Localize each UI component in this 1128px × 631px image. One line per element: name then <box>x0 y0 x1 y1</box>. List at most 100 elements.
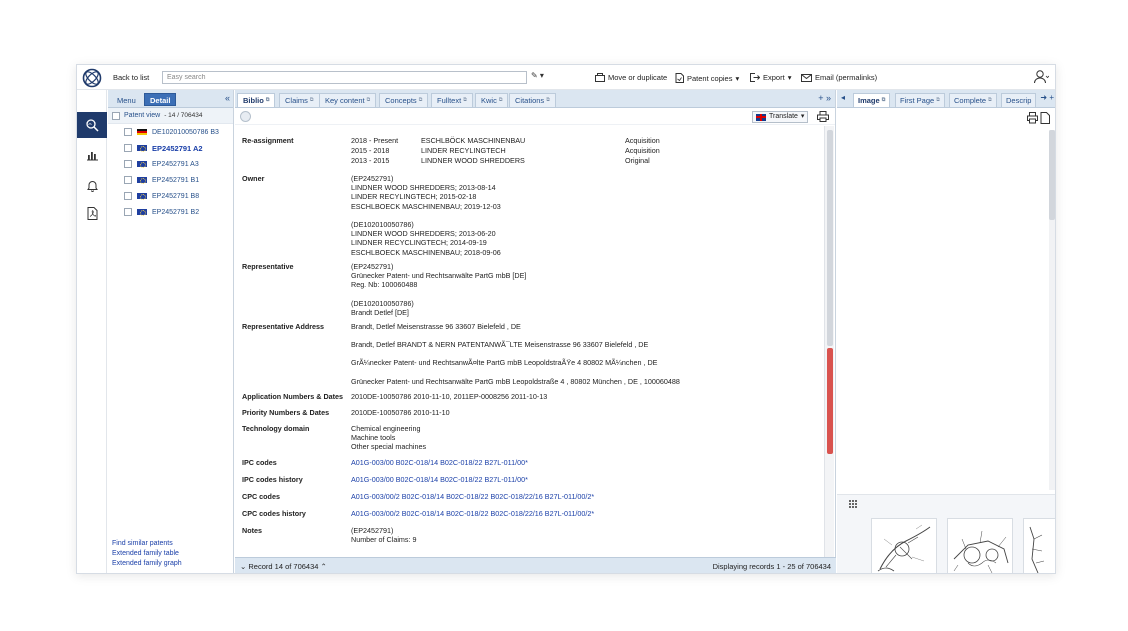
collapse-panel-button[interactable]: « <box>225 93 230 103</box>
popout-icon[interactable]: ⧉ <box>499 97 503 103</box>
de-flag-icon <box>137 129 147 135</box>
owner-line: (DE102010050786) <box>351 220 414 229</box>
family-member-label: EP2452791 A3 <box>152 161 199 168</box>
translate-button[interactable]: Translate ▾ <box>752 111 808 123</box>
find-similar-link[interactable]: Find similar patents <box>112 539 182 549</box>
family-member-item[interactable]: EP2452791 A2 <box>108 140 233 156</box>
extended-family-graph-link[interactable]: Extended family graph <box>112 559 182 569</box>
patent-view-node[interactable]: Patent view - 14 / 706434 <box>108 108 233 124</box>
tab-complete[interactable]: Complete⧉ <box>949 93 997 107</box>
tabs-add-more[interactable]: + » <box>818 93 831 103</box>
ipc-history-value[interactable]: A01G-003/00 B02C-018/14 B02C-018/22 B27L… <box>351 475 528 484</box>
move-duplicate-button[interactable]: Move or duplicate <box>595 73 667 82</box>
user-icon[interactable] <box>1033 69 1049 85</box>
owner-line: (EP2452791) <box>351 174 393 183</box>
tab-key-content[interactable]: Key content⧉ <box>319 93 376 107</box>
easy-search-input[interactable] <box>162 71 527 84</box>
checkbox[interactable] <box>112 112 120 120</box>
tabs-next-add[interactable]: ➜ + <box>1040 93 1054 102</box>
extended-family-table-link[interactable]: Extended family table <box>112 549 182 559</box>
tab-kwic[interactable]: Kwic⧉ <box>475 93 508 107</box>
ipc-label: IPC codes <box>242 458 277 467</box>
tabs-prev-icon[interactable]: ◂ <box>841 93 845 102</box>
technology-line: Other special machines <box>351 442 426 451</box>
move-duplicate-label: Move or duplicate <box>608 73 667 82</box>
rail-pdf[interactable] <box>77 200 107 226</box>
drawing-thumbnail[interactable] <box>947 518 1013 574</box>
popout-icon[interactable]: ⧉ <box>988 97 992 103</box>
popout-icon[interactable]: ⧉ <box>936 97 940 103</box>
email-permalinks-button[interactable]: Email (permalinks) <box>801 73 877 82</box>
rail-analytics[interactable] <box>77 142 107 168</box>
chevron-up-icon[interactable]: ⌃ <box>321 562 327 571</box>
tab-biblio[interactable]: Biblio⧉ <box>237 93 275 107</box>
logo-icon[interactable] <box>82 68 102 88</box>
globe-icon[interactable] <box>240 111 251 122</box>
record-navigator[interactable]: ⌄ Record 14 of 706434 ⌃ <box>240 562 327 571</box>
checkbox[interactable] <box>124 208 132 216</box>
cpc-value[interactable]: A01G-003/00/2 B02C-018/14 B02C-018/22 B0… <box>351 492 594 501</box>
tab-claims[interactable]: Claims⧉ <box>279 93 320 107</box>
tab-menu[interactable]: Menu <box>111 93 142 106</box>
app-window: Back to list ✎ ▾ Move or duplicate Paten… <box>76 64 1056 574</box>
image-panel: ◂ ➜ + Image⧉ First Page⧉ Complete⧉ Descrip <box>837 90 1056 574</box>
popout-icon[interactable]: ⧉ <box>310 97 314 103</box>
family-member-item[interactable]: DE102010050786 B3 <box>108 124 233 140</box>
eu-flag-icon <box>137 177 147 183</box>
rail-search[interactable] <box>77 112 107 138</box>
back-to-list-link[interactable]: Back to list <box>113 73 149 82</box>
family-member-item[interactable]: EP2452791 A3 <box>108 156 233 172</box>
notes-line: Number of Claims: 9 <box>351 535 417 544</box>
tab-fulltext[interactable]: Fulltext⧉ <box>431 93 473 107</box>
image-tabs: ◂ ➜ + Image⧉ First Page⧉ Complete⧉ Descrip <box>837 90 1056 108</box>
email-icon <box>801 74 812 82</box>
reassignment-period: 2018 - Present <box>351 136 398 145</box>
tab-first-page[interactable]: First Page⧉ <box>895 93 945 107</box>
scrollbar-marker <box>827 348 833 454</box>
popout-icon[interactable]: ⧉ <box>463 97 467 103</box>
print-icon[interactable] <box>817 111 829 122</box>
popout-icon[interactable]: ⧉ <box>367 97 371 103</box>
checkbox[interactable] <box>124 144 132 152</box>
family-member-item[interactable]: EP2452791 B2 <box>108 204 233 220</box>
scrollbar-thumb[interactable] <box>827 130 833 346</box>
patent-copies-button[interactable]: Patent copies ▾ <box>675 73 739 83</box>
drawing-thumbnail[interactable] <box>1023 518 1056 574</box>
grid-icon[interactable] <box>849 500 857 508</box>
family-member-item[interactable]: EP2452791 B1 <box>108 172 233 188</box>
drawing-thumbnail[interactable] <box>871 518 937 574</box>
family-member-label: EP2452791 A2 <box>152 144 203 153</box>
tab-image[interactable]: Image⧉ <box>853 93 890 107</box>
popout-icon[interactable]: ⧉ <box>419 97 423 103</box>
checkbox[interactable] <box>124 160 132 168</box>
technology-line: Machine tools <box>351 433 395 442</box>
displaying-records: Displaying records 1 - 25 of 706434 <box>713 562 831 571</box>
tab-citations[interactable]: Citations⧉ <box>509 93 556 107</box>
chevron-down-icon: ▾ <box>735 74 739 83</box>
tab-label: Biblio <box>243 96 264 105</box>
ipc-value[interactable]: A01G-003/00 B02C-018/14 B02C-018/22 B27L… <box>351 458 528 467</box>
tab-concepts[interactable]: Concepts⧉ <box>379 93 428 107</box>
print-icon[interactable] <box>1027 112 1051 124</box>
image-scrollbar[interactable] <box>1049 130 1055 490</box>
family-member-item[interactable]: EP2452791 B8 <box>108 188 233 204</box>
checkbox[interactable] <box>124 192 132 200</box>
checkbox[interactable] <box>124 128 132 136</box>
rep-address-line: Brandt, Detlef Meisenstrasse 96 33607 Bi… <box>351 322 521 331</box>
reassignment-label: Re-assignment <box>242 136 294 145</box>
popout-icon[interactable]: ⧉ <box>546 97 550 103</box>
rail-alerts[interactable] <box>77 172 107 198</box>
cpc-history-value[interactable]: A01G-003/00/2 B02C-018/14 B02C-018/22 B0… <box>351 509 594 518</box>
pen-icon[interactable]: ✎ ▾ <box>531 71 544 80</box>
popout-icon[interactable]: ⧉ <box>882 97 886 103</box>
popout-icon[interactable]: ⧉ <box>266 97 270 103</box>
family-member-label: EP2452791 B8 <box>152 193 199 200</box>
export-button[interactable]: Export ▾ <box>750 73 791 82</box>
chevron-down-icon[interactable]: ⌄ <box>240 562 246 571</box>
scrollbar-thumb[interactable] <box>1049 130 1055 220</box>
patent-drawing-image <box>1024 519 1056 574</box>
content-scrollbar[interactable] <box>824 126 834 557</box>
tab-descrip[interactable]: Descrip <box>1001 93 1036 107</box>
tab-detail[interactable]: Detail <box>144 93 176 106</box>
checkbox[interactable] <box>124 176 132 184</box>
